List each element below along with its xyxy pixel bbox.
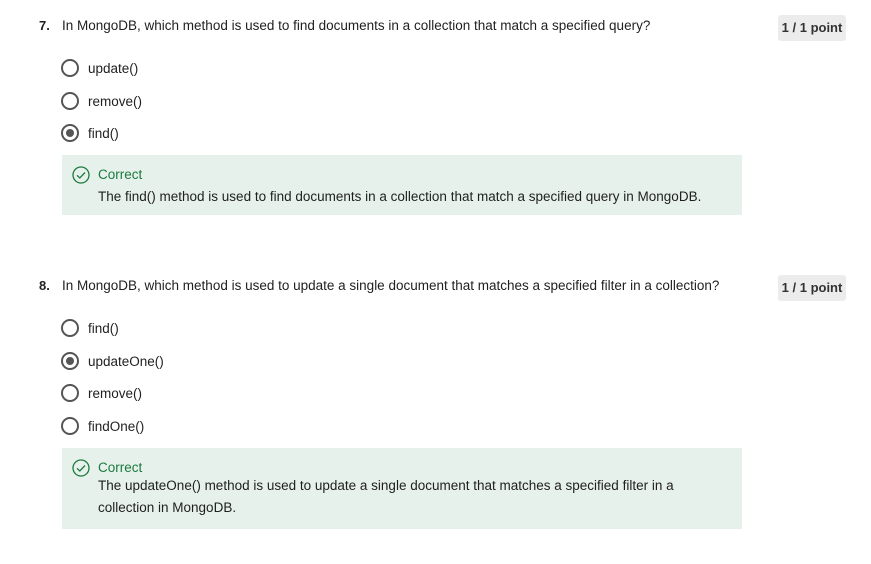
feedback-text: The updateOne() method is used to update… [98, 478, 674, 515]
radio-button[interactable] [61, 319, 79, 337]
option-label: remove() [88, 385, 143, 401]
option-findone[interactable]: findOne() [61, 416, 144, 436]
option-updateone[interactable]: updateOne() [61, 351, 164, 371]
check-circle-icon [72, 459, 90, 477]
points-badge: 1 / 1 point [778, 275, 846, 301]
option-label: update() [88, 60, 139, 76]
option-label: findOne() [88, 418, 145, 434]
feedback-box: Correct The updateOne() method is used t… [62, 448, 742, 529]
option-label: updateOne() [88, 353, 164, 369]
option-remove[interactable]: remove() [61, 383, 142, 403]
option-find[interactable]: find() [61, 318, 119, 338]
option-update[interactable]: update() [61, 58, 138, 78]
feedback-title: Correct [98, 167, 143, 182]
option-label: find() [88, 125, 119, 141]
question-text: In MongoDB, which method is used to upda… [62, 278, 720, 293]
feedback-title: Correct [98, 460, 143, 475]
radio-button[interactable] [61, 417, 79, 435]
radio-button[interactable] [61, 92, 79, 110]
radio-button[interactable] [61, 59, 79, 77]
radio-button-selected[interactable] [61, 352, 79, 370]
points-badge: 1 / 1 point [778, 15, 846, 41]
feedback-box: Correct The find() method is used to fin… [62, 155, 742, 215]
check-circle-icon [72, 166, 90, 184]
question-number: 7. [39, 18, 50, 33]
feedback-text: The find() method is used to find docume… [98, 189, 702, 204]
question-number: 8. [39, 278, 50, 293]
option-remove[interactable]: remove() [61, 91, 142, 111]
option-label: remove() [88, 93, 143, 109]
quiz-page: 7. In MongoDB, which method is used to f… [0, 0, 871, 564]
option-label: find() [88, 320, 119, 336]
radio-button[interactable] [61, 384, 79, 402]
question-text: In MongoDB, which method is used to find… [62, 18, 651, 33]
radio-button-selected[interactable] [61, 124, 79, 142]
option-find[interactable]: find() [61, 123, 119, 143]
